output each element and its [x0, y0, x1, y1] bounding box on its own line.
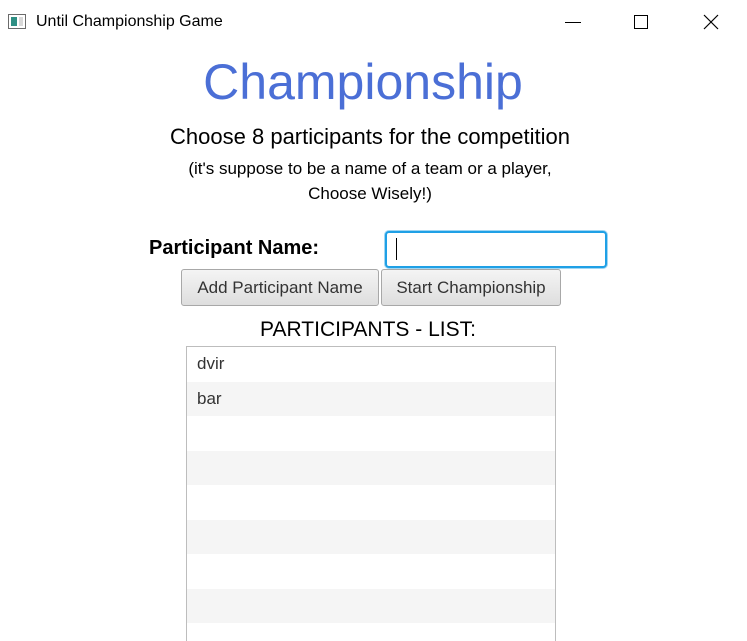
list-item[interactable] — [187, 450, 555, 485]
participants-list-label: PARTICIPANTS - LIST: — [260, 318, 476, 341]
close-icon — [703, 14, 719, 30]
list-item[interactable]: dvir — [187, 347, 555, 382]
instruction-text: Choose 8 participants for the competitio… — [170, 124, 570, 149]
list-item[interactable] — [187, 519, 555, 554]
close-button[interactable] — [688, 0, 734, 46]
minimize-button[interactable] — [549, 0, 595, 46]
minimize-icon — [565, 22, 581, 23]
app-window-icon — [8, 14, 26, 29]
instruction-hint: (it's suppose to be a name of a team or … — [0, 156, 740, 206]
page-title: Championship — [203, 54, 523, 110]
participant-name-input[interactable] — [385, 231, 607, 268]
instruction-hint-line2: Choose Wisely!) — [308, 184, 432, 203]
list-item[interactable] — [187, 623, 555, 641]
list-item[interactable] — [187, 485, 555, 520]
text-cursor — [396, 238, 397, 260]
participants-list[interactable]: dvir bar — [186, 346, 556, 641]
maximize-button[interactable] — [617, 0, 663, 46]
maximize-icon — [634, 15, 648, 29]
list-item[interactable] — [187, 416, 555, 451]
add-participant-button[interactable]: Add Participant Name — [181, 269, 379, 306]
list-item[interactable]: bar — [187, 381, 555, 416]
window-title: Until Championship Game — [36, 13, 223, 30]
list-item[interactable] — [187, 588, 555, 623]
title-bar[interactable]: Until Championship Game — [0, 0, 747, 46]
start-championship-button[interactable]: Start Championship — [381, 269, 561, 306]
list-item[interactable] — [187, 554, 555, 589]
app-window: Until Championship Game Championship Cho… — [0, 0, 747, 641]
instruction-hint-line1: (it's suppose to be a name of a team or … — [188, 159, 552, 178]
participant-name-label: Participant Name: — [149, 237, 320, 259]
